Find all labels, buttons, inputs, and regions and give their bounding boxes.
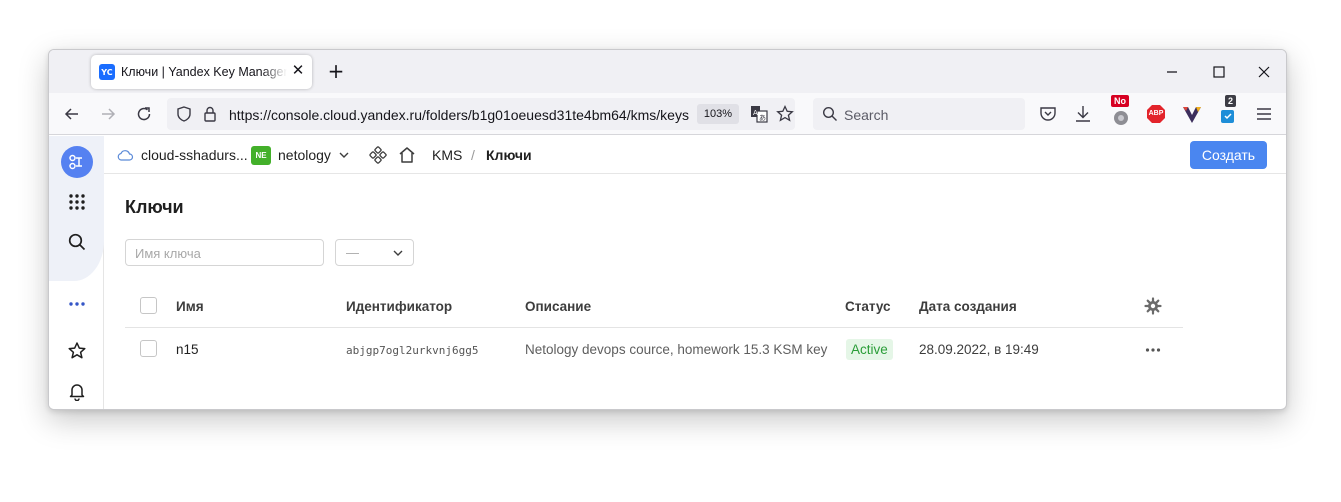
- key-name-filter-input[interactable]: Имя ключа: [125, 239, 324, 266]
- key-id-cell: abjgp7ogl2urkvnj6gg5: [346, 344, 479, 357]
- notification-extension-icon[interactable]: 2: [1217, 95, 1239, 125]
- minimize-icon[interactable]: [1162, 62, 1182, 82]
- close-window-icon[interactable]: [1254, 62, 1274, 82]
- url-bar[interactable]: https://console.cloud.yandex.ru/folders/…: [167, 98, 795, 130]
- adblock-plus-icon[interactable]: ABP: [1145, 103, 1167, 125]
- key-description-cell: Netology devops cource, homework 15.3 KS…: [525, 342, 828, 357]
- page-title: Ключи: [125, 197, 184, 217]
- search-icon[interactable]: [61, 226, 93, 258]
- created-date-cell: 28.09.2022, в 19:49: [919, 342, 1039, 357]
- breadcrumb-separator: /: [471, 147, 475, 163]
- left-rail: [49, 136, 104, 409]
- lock-icon[interactable]: [202, 105, 218, 128]
- key-name-placeholder: Имя ключа: [135, 246, 201, 261]
- cloud-icon: [116, 147, 134, 168]
- search-icon: [822, 106, 838, 127]
- status-badge: Active: [846, 339, 893, 360]
- reload-icon[interactable]: [134, 104, 154, 124]
- breadcrumb-folder[interactable]: netology: [278, 147, 331, 163]
- pocket-icon[interactable]: [1037, 103, 1059, 125]
- chevron-down-icon[interactable]: [337, 148, 351, 167]
- menu-hamburger-icon[interactable]: [1253, 103, 1275, 125]
- table-divider: [125, 327, 1183, 328]
- cloud-services-icon[interactable]: [61, 146, 93, 178]
- column-header-name[interactable]: Имя: [176, 299, 204, 314]
- chevron-down-icon: [391, 246, 405, 265]
- search-bar[interactable]: Search: [813, 98, 1025, 130]
- noscript-extension-icon[interactable]: No: [1110, 95, 1132, 125]
- services-icon[interactable]: [369, 146, 387, 169]
- yandex-cloud-favicon-icon: YC: [99, 64, 115, 80]
- tab-close-icon[interactable]: ✕: [290, 63, 306, 79]
- status-filter-select[interactable]: —: [335, 239, 414, 266]
- downloads-icon[interactable]: [1072, 103, 1094, 125]
- column-header-status[interactable]: Статус: [845, 299, 891, 314]
- column-header-created[interactable]: Дата создания: [919, 299, 1017, 314]
- row-checkbox[interactable]: [140, 340, 157, 357]
- main-content: cloud-sshadurs... NE netology KMS / Ключ…: [104, 136, 1286, 409]
- translate-icon[interactable]: Aあ: [749, 104, 769, 129]
- svg-text:A: A: [753, 109, 758, 117]
- select-all-checkbox[interactable]: [140, 297, 157, 314]
- key-name-cell[interactable]: n15: [176, 342, 199, 357]
- browser-window: YC Ключи | Yandex Key Management Service…: [48, 49, 1287, 410]
- breadcrumb: cloud-sshadurs... NE netology KMS / Ключ…: [104, 136, 1286, 174]
- adblock-label: ABP: [1148, 110, 1164, 117]
- forward-icon[interactable]: [98, 104, 118, 124]
- folder-badge: NE: [251, 146, 271, 165]
- breadcrumb-cloud[interactable]: cloud-sshadurs...: [141, 147, 248, 163]
- breadcrumb-service[interactable]: KMS: [432, 147, 462, 163]
- yandex-cloud-console: cloud-sshadurs... NE netology KMS / Ключ…: [49, 136, 1286, 409]
- column-header-id[interactable]: Идентификатор: [346, 299, 452, 314]
- svg-text:あ: あ: [759, 114, 766, 122]
- settings-gear-icon[interactable]: [1144, 297, 1162, 320]
- tab-strip: YC Ключи | Yandex Key Management Service…: [49, 50, 1286, 93]
- star-icon[interactable]: [61, 335, 93, 367]
- zoom-level[interactable]: 103%: [697, 104, 739, 124]
- more-icon[interactable]: [61, 288, 93, 320]
- nav-toolbar: https://console.cloud.yandex.ru/folders/…: [49, 93, 1286, 135]
- star-bookmark-icon[interactable]: [775, 104, 795, 129]
- column-header-description[interactable]: Описание: [525, 299, 591, 314]
- home-icon[interactable]: [397, 145, 417, 170]
- vivaldi-extension-icon[interactable]: [1181, 103, 1203, 125]
- browser-tab[interactable]: YC Ключи | Yandex Key Management Service…: [91, 55, 312, 89]
- back-icon[interactable]: [62, 104, 82, 124]
- bell-icon[interactable]: [61, 375, 93, 407]
- create-button[interactable]: Создать: [1190, 141, 1267, 169]
- url-text[interactable]: https://console.cloud.yandex.ru/folders/…: [229, 107, 689, 123]
- status-filter-value: —: [346, 245, 359, 260]
- noscript-badge: No: [1111, 95, 1129, 107]
- search-placeholder: Search: [844, 107, 889, 123]
- maximize-icon[interactable]: [1209, 62, 1229, 82]
- breadcrumb-current: Ключи: [486, 147, 532, 163]
- row-actions-more-icon[interactable]: [1144, 341, 1162, 364]
- shield-icon[interactable]: [175, 105, 193, 128]
- tab-title: Ключи | Yandex Key Management Service: [121, 65, 287, 79]
- new-tab-icon[interactable]: +: [326, 61, 346, 81]
- apps-grid-icon[interactable]: [61, 186, 93, 218]
- notification-count-badge: 2: [1225, 95, 1237, 107]
